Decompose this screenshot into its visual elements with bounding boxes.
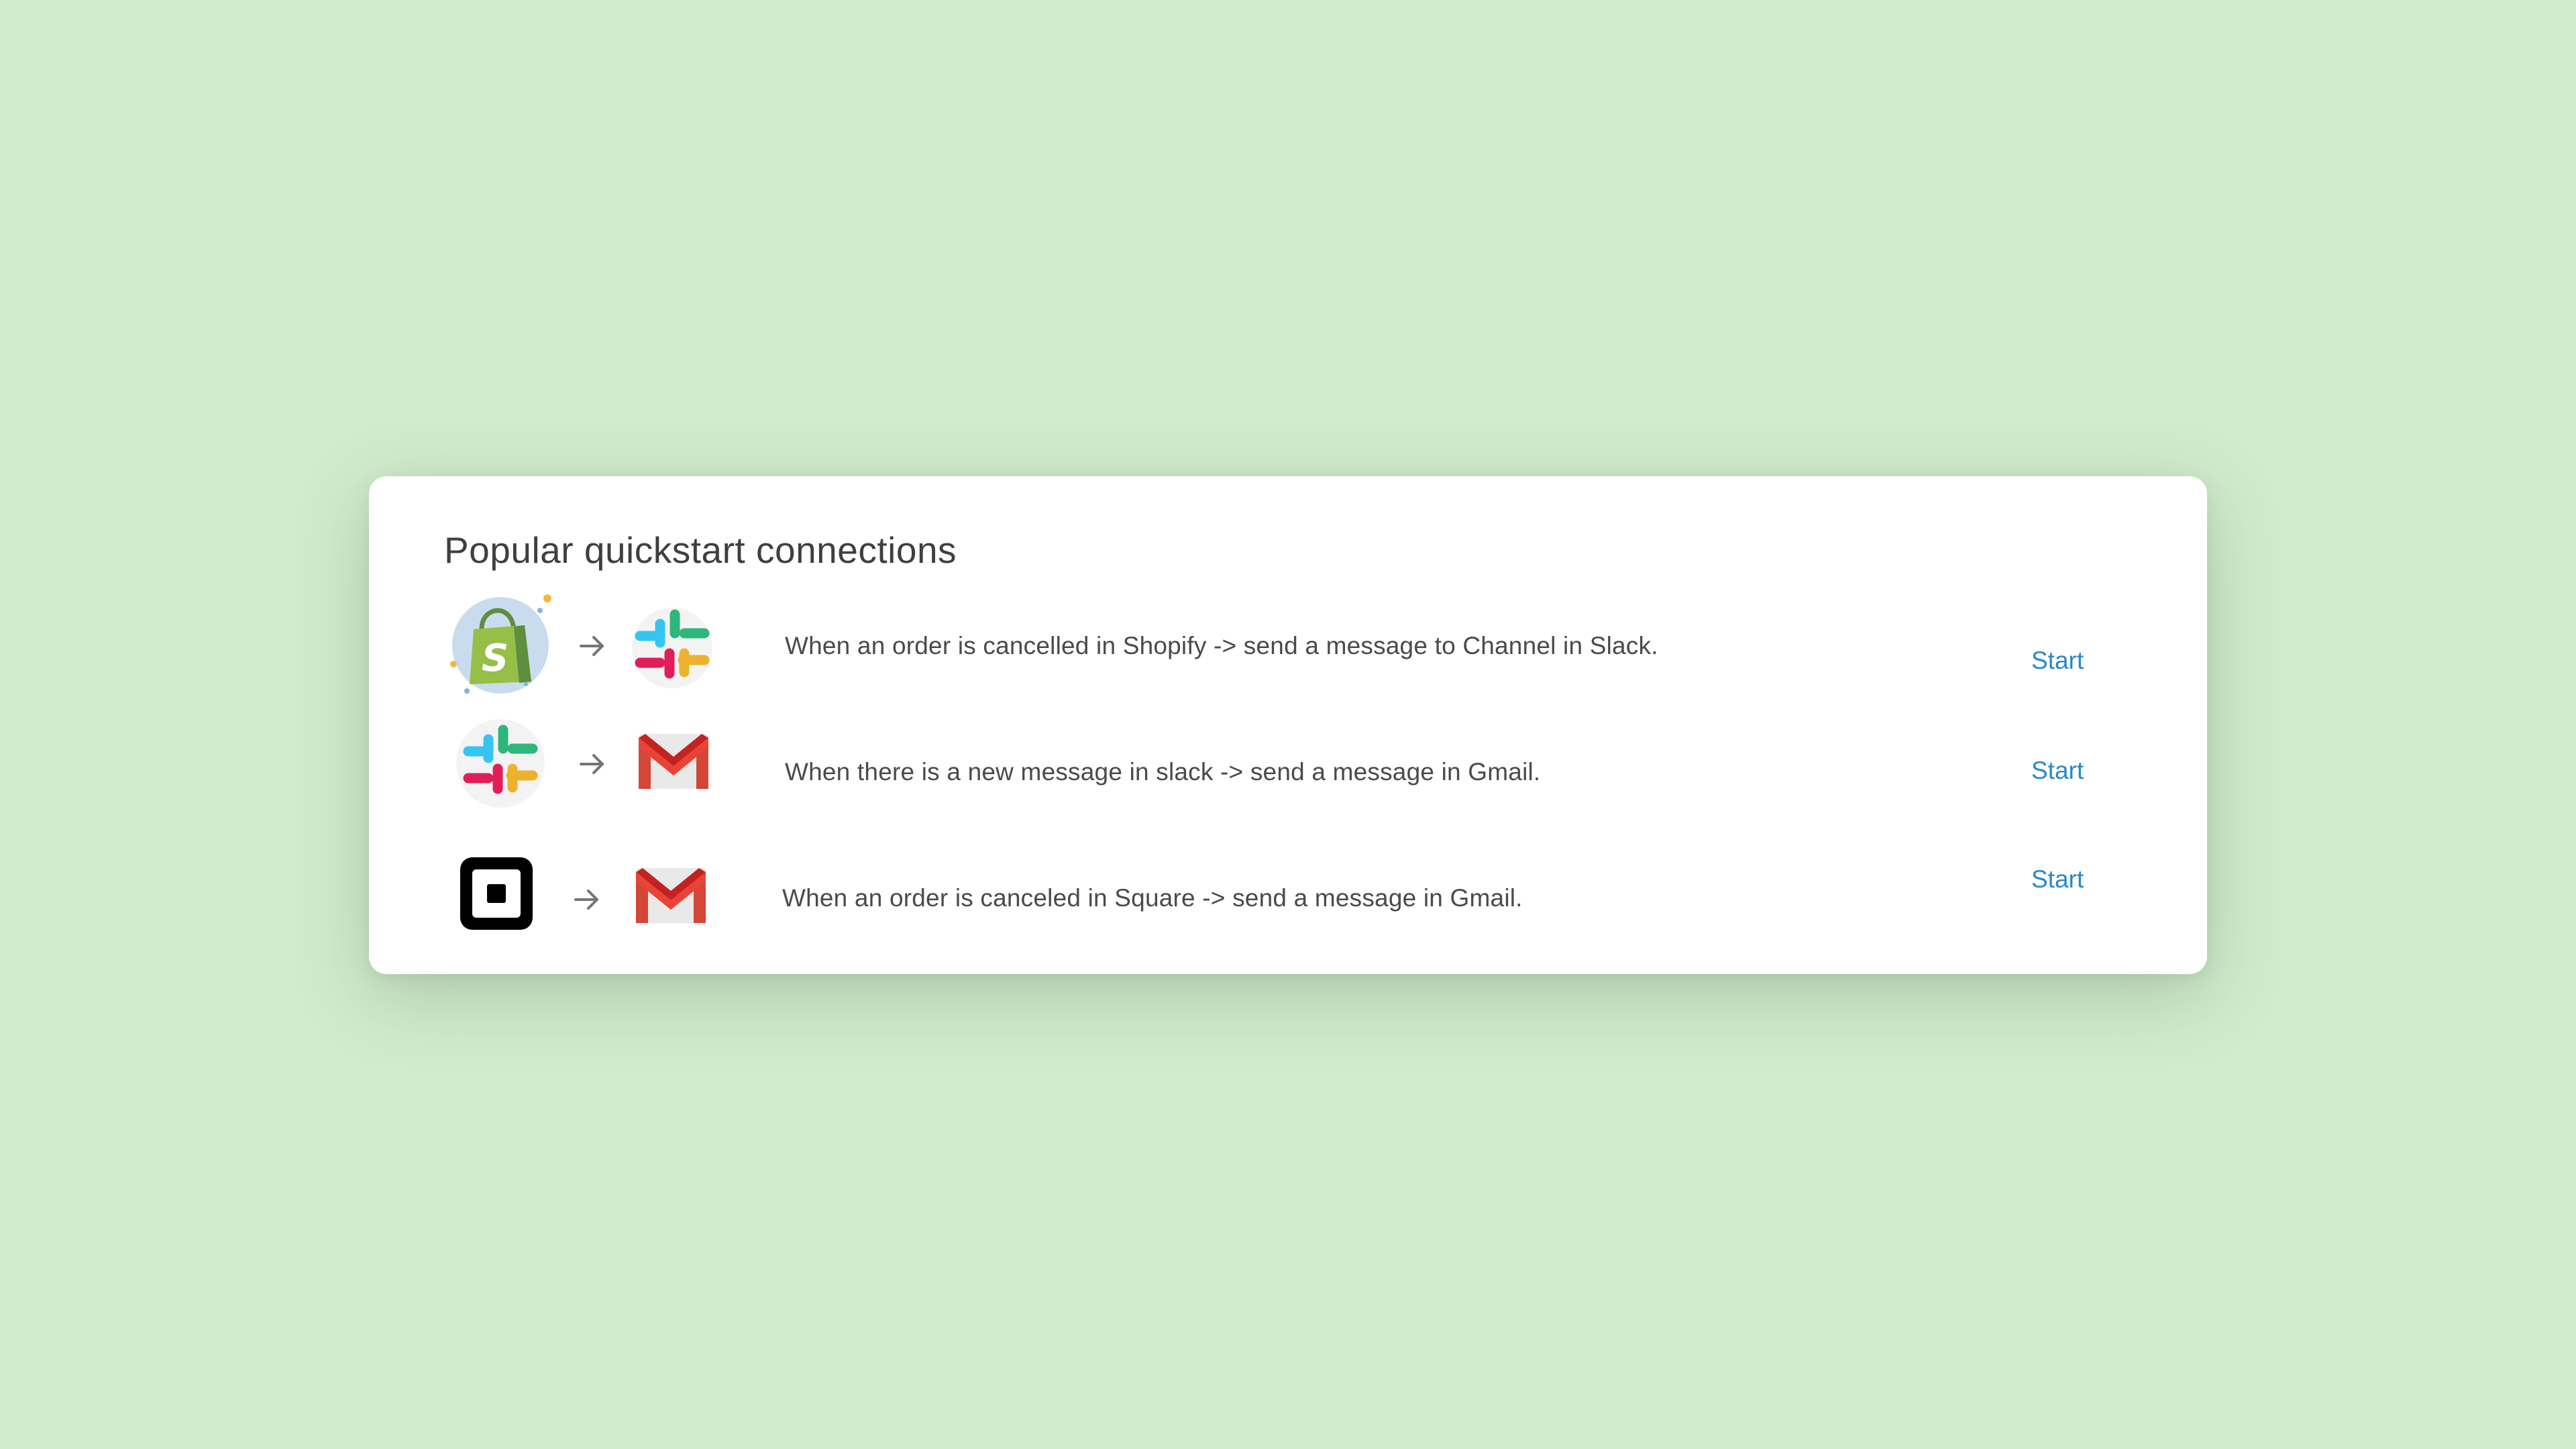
gmail-icon xyxy=(616,844,723,951)
connection-row: When an order is canceled in Square -> s… xyxy=(369,833,2207,941)
shopify-icon: S xyxy=(447,592,554,699)
connection-description: When an order is cancelled in Shopify ->… xyxy=(785,632,1658,659)
start-button[interactable]: Start xyxy=(2031,647,2084,675)
connection-description: When there is a new message in slack -> … xyxy=(785,758,1541,786)
card-title: Popular quickstart connections xyxy=(444,529,957,571)
slack-icon xyxy=(447,710,554,817)
arrow-right-icon xyxy=(572,884,602,915)
arrow-right-icon xyxy=(577,749,608,780)
start-button[interactable]: Start xyxy=(2031,865,2084,894)
connection-row: S When an order is cancelled in Shopify … xyxy=(369,592,2207,699)
quickstart-card: Popular quickstart connections S When an… xyxy=(369,476,2207,974)
start-button[interactable]: Start xyxy=(2031,757,2084,785)
slack-icon xyxy=(619,592,726,699)
arrow-right-icon xyxy=(577,631,608,661)
connection-row: When there is a new message in slack -> … xyxy=(369,710,2207,817)
square-icon xyxy=(447,833,554,941)
connection-description: When an order is canceled in Square -> s… xyxy=(782,884,1523,912)
gmail-icon xyxy=(619,710,726,817)
svg-text:S: S xyxy=(482,637,508,680)
